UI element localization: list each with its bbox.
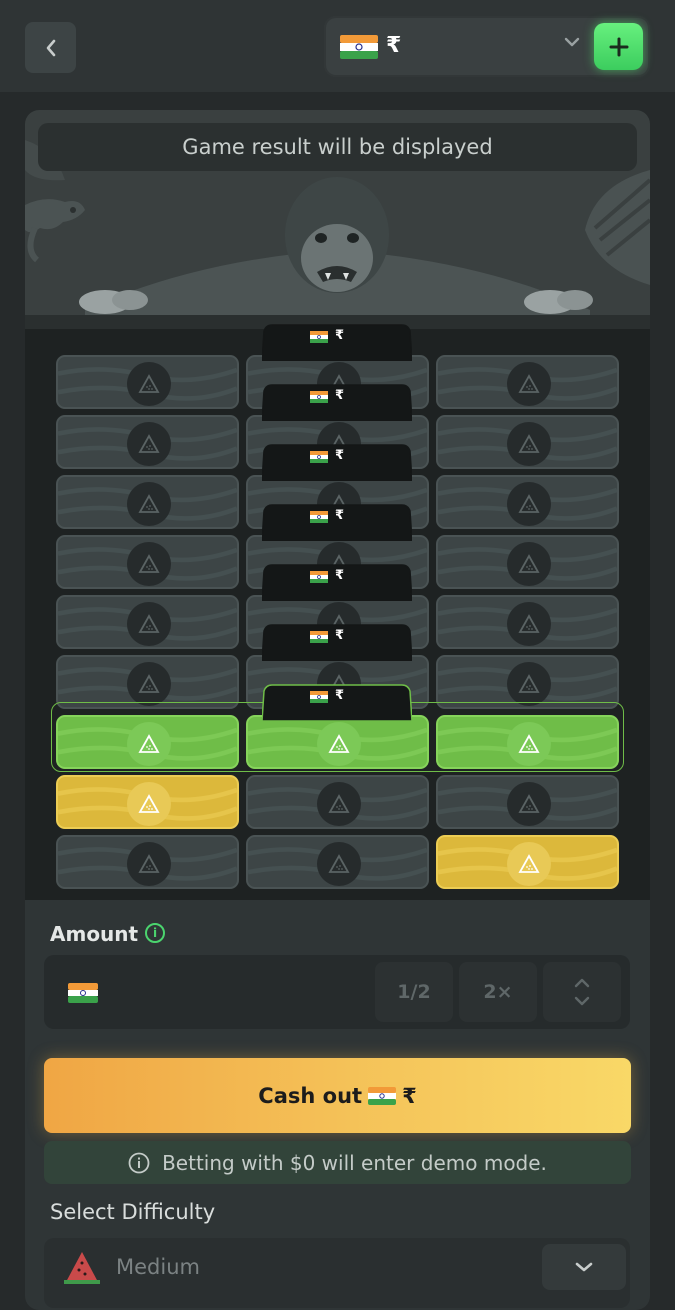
mine-tile[interactable]: [436, 415, 619, 469]
coin-icon: [127, 662, 171, 706]
balance-currency: ₹: [386, 33, 402, 58]
india-flag-icon: [310, 691, 328, 703]
coin-icon: [317, 842, 361, 886]
mine-tile[interactable]: [436, 475, 619, 529]
mine-tile[interactable]: [56, 655, 239, 709]
difficulty-select[interactable]: Medium: [44, 1238, 630, 1308]
bet-tag: ₹: [262, 383, 412, 421]
coin-icon: [127, 782, 171, 826]
amount-label: Amount: [50, 922, 139, 946]
mine-tile[interactable]: [56, 595, 239, 649]
deposit-button[interactable]: [594, 23, 643, 70]
half-label: 1/2: [397, 981, 431, 1003]
game-result-banner: Game result will be displayed: [38, 123, 637, 171]
bet-tag: ₹: [262, 443, 412, 481]
cash-out-currency: ₹: [402, 1083, 417, 1108]
chevron-left-icon: [46, 39, 55, 56]
mine-tile[interactable]: [436, 835, 619, 889]
watermelon-icon: [64, 1252, 100, 1284]
mine-tile[interactable]: [436, 655, 619, 709]
back-button[interactable]: [25, 22, 76, 73]
mine-tile[interactable]: [436, 595, 619, 649]
bet-tag: ₹: [262, 683, 412, 721]
mine-tile[interactable]: [246, 775, 429, 829]
chevron-down-icon[interactable]: [563, 35, 581, 49]
mine-tile[interactable]: [246, 835, 429, 889]
india-flag-icon: [368, 1086, 397, 1105]
mine-tile[interactable]: [56, 355, 239, 409]
india-flag-icon: [310, 631, 328, 643]
info-icon: [128, 1152, 150, 1173]
chevron-down-icon: [575, 1262, 593, 1272]
coin-icon: [507, 602, 551, 646]
difficulty-dropdown-button[interactable]: [542, 1244, 626, 1290]
coin-icon: [507, 842, 551, 886]
bet-tag-currency: ₹: [335, 328, 345, 343]
top-bar: ₹: [0, 0, 675, 92]
cash-out-button[interactable]: Cash out ₹: [44, 1058, 631, 1133]
cash-out-label: Cash out: [258, 1083, 363, 1108]
chevron-up-icon[interactable]: [573, 978, 591, 988]
mine-tile[interactable]: [56, 475, 239, 529]
double-amount-button[interactable]: 2×: [459, 962, 537, 1022]
mine-tile[interactable]: [436, 355, 619, 409]
double-label: 2×: [483, 981, 513, 1003]
india-flag-icon: [68, 983, 98, 1003]
mine-tile[interactable]: [436, 775, 619, 829]
india-flag-icon: [310, 391, 328, 403]
game-result-text: Game result will be displayed: [182, 135, 493, 159]
bet-tag-currency: ₹: [335, 688, 345, 703]
difficulty-label: Select Difficulty: [50, 1200, 216, 1224]
india-flag-icon: [310, 511, 328, 523]
india-flag-icon: [310, 571, 328, 583]
bet-tag: ₹: [262, 503, 412, 541]
plus-icon: [609, 37, 628, 56]
mine-tile[interactable]: [56, 835, 239, 889]
coin-icon: [127, 842, 171, 886]
mine-tile[interactable]: [56, 415, 239, 469]
bet-tag: ₹: [262, 323, 412, 361]
coin-icon: [127, 362, 171, 406]
info-icon[interactable]: i: [145, 923, 165, 943]
mine-tile[interactable]: [436, 535, 619, 589]
coin-icon: [127, 422, 171, 466]
bet-tag-currency: ₹: [335, 568, 345, 583]
balance-selector[interactable]: ₹: [324, 16, 650, 77]
coin-icon: [507, 362, 551, 406]
bet-tag-currency: ₹: [335, 448, 345, 463]
bet-tag: ₹: [262, 563, 412, 601]
coin-icon: [507, 542, 551, 586]
coin-icon: [127, 542, 171, 586]
difficulty-value: Medium: [116, 1255, 200, 1279]
game-card: Game result will be displayed ₹ ₹ ₹ ₹ ₹ ₹ ₹ Am…: [25, 110, 650, 1310]
mine-tile[interactable]: [56, 775, 239, 829]
coin-icon: [507, 422, 551, 466]
coin-icon: [507, 482, 551, 526]
india-flag-icon: [340, 35, 378, 59]
amount-stepper[interactable]: [543, 962, 621, 1022]
amount-input[interactable]: 1/2 2×: [44, 955, 630, 1029]
coin-icon: [507, 782, 551, 826]
india-flag-icon: [310, 451, 328, 463]
bet-tag-currency: ₹: [335, 628, 345, 643]
demo-mode-text: Betting with $0 will enter demo mode.: [162, 1150, 547, 1175]
game-scene: Game result will be displayed ₹ ₹ ₹ ₹ ₹ ₹ ₹: [25, 110, 650, 900]
half-amount-button[interactable]: 1/2: [375, 962, 453, 1022]
demo-mode-note: Betting with $0 will enter demo mode.: [44, 1141, 631, 1184]
mine-tile[interactable]: [56, 535, 239, 589]
india-flag-icon: [310, 331, 328, 343]
coin-icon: [127, 602, 171, 646]
coin-icon: [127, 482, 171, 526]
bet-tag-currency: ₹: [335, 388, 345, 403]
bet-tag-currency: ₹: [335, 508, 345, 523]
bet-tag: ₹: [262, 623, 412, 661]
coin-icon: [317, 782, 361, 826]
chevron-down-icon[interactable]: [573, 996, 591, 1006]
coin-icon: [507, 662, 551, 706]
